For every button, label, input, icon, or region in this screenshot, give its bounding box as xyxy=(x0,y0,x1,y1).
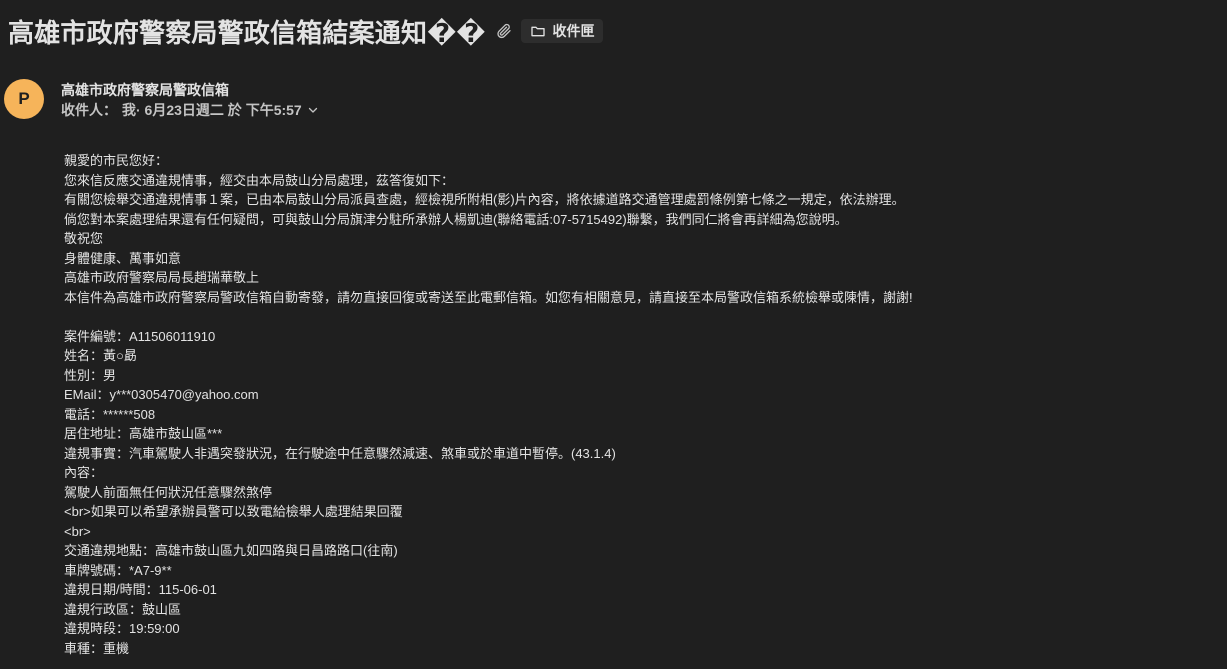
recipient-row: 收件人： 我 · 6月23日週二 於 下午5:57 xyxy=(61,100,321,120)
content-text: 駕駛人前面無任何狀況任意驟然煞停 xyxy=(64,484,273,500)
reporter-email: EMail：y***0305470@yahoo.com xyxy=(64,387,259,402)
recipient-name: 我 xyxy=(122,102,136,118)
body-line: 倘您對本案處理結果還有任何疑問，可與鼓山分局旗津分駐所承辦人楊凱迪(聯絡電話:0… xyxy=(64,211,848,227)
recipient-label: 收件人： xyxy=(61,102,117,118)
email-date: · 6月23日週二 於 下午5:57 xyxy=(136,102,302,118)
case-number: 案件編號：A11506011910 xyxy=(64,328,216,344)
body-blank-line xyxy=(64,307,1214,327)
body-line: 高雄市政府警察局局長趙瑞華敬上 xyxy=(64,270,260,285)
violation-location: 交通違規地點：高雄市鼓山區九如四路與日昌路路口(往南) xyxy=(64,543,398,558)
violation-datetime: 違規日期/時間：115-06-01 xyxy=(64,582,217,597)
inbox-label-chip[interactable]: 收件匣 xyxy=(520,19,603,43)
content-label: 內容： xyxy=(64,465,104,480)
folder-icon xyxy=(529,22,547,40)
reporter-address: 居住地址：高雄市鼓山區*** xyxy=(64,426,223,441)
email-subject: 高雄市政府警察局警政信箱結案通知�� xyxy=(8,17,486,48)
violation-time: 違規時段：19:59:00 xyxy=(64,621,180,636)
content-text: <br> xyxy=(64,523,91,539)
sender-name[interactable]: 高雄市政府警察局警政信箱 xyxy=(61,80,229,100)
license-plate: 車牌號碼：*A7-9** xyxy=(64,562,172,578)
email-body: 親愛的市民您好： 您來信反應交通違規情事，經交由本局鼓山分局處理，茲答復如下： … xyxy=(64,151,1214,658)
body-line: 有關您檢舉交通違規情事１案，已由本局鼓山分局派員查處，經檢視所附相(影)片內容，… xyxy=(64,192,905,207)
sender-avatar[interactable]: P xyxy=(4,79,44,119)
paperclip-icon xyxy=(494,21,514,41)
content-text: <br>如果可以希望承辦員警可以致電給檢舉人處理結果回覆 xyxy=(64,504,403,519)
body-line: 您來信反應交通違規情事，經交由本局鼓山分局處理，茲答復如下： xyxy=(64,172,455,188)
reporter-phone: 電話：******508 xyxy=(64,406,156,422)
body-line: 敬祝您 xyxy=(64,231,104,246)
reporter-name: 姓名：黃○勗 xyxy=(64,348,137,363)
violation-fact: 違規事實：汽車駕駛人非遇突發狀況，在行駛途中任意驟然減速、煞車或於車道中暫停。(… xyxy=(64,445,616,461)
violation-district: 違規行政區：鼓山區 xyxy=(64,601,182,617)
inbox-label-text: 收件匣 xyxy=(552,23,595,39)
reporter-gender: 性別：男 xyxy=(64,367,117,383)
body-line: 身體健康、萬事如意 xyxy=(64,250,182,266)
subject-row: 高雄市政府警察局警政信箱結案通知�� 收件匣 xyxy=(8,12,603,50)
body-line: 本信件為高雄市政府警察局警政信箱自動寄發，請勿直接回復或寄送至此電郵信箱。如您有… xyxy=(64,289,913,305)
chevron-down-icon[interactable] xyxy=(305,102,321,118)
vehicle-type: 車種：重機 xyxy=(64,640,130,656)
body-line: 親愛的市民您好： xyxy=(64,153,169,168)
